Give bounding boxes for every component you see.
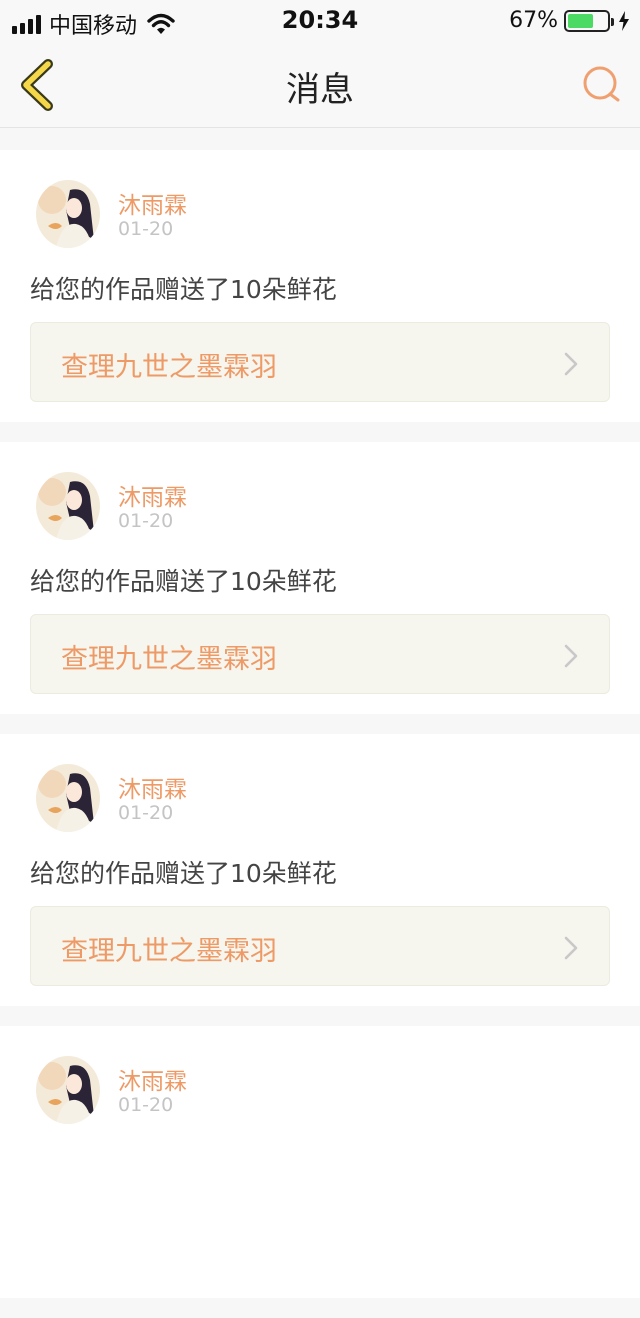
battery-icon <box>564 9 614 32</box>
message-date: 01-20 <box>118 802 174 824</box>
chevron-right-icon <box>564 936 578 960</box>
message-card: 沐雨霖 01-20 给您的作品赠送了10朵鲜花 查理九世之墨霖羽 <box>0 442 640 714</box>
message-text: 给您的作品赠送了10朵鲜花 <box>30 275 337 304</box>
message-card: 沐雨霖 01-20 <box>0 1026 640 1298</box>
status-right: 67% <box>509 8 630 33</box>
battery-percent: 67% <box>509 8 558 33</box>
sender-name: 沐雨霖 <box>118 777 187 803</box>
battery-nub <box>611 17 614 26</box>
message-card: 沐雨霖 01-20 给您的作品赠送了10朵鲜花 查理九世之墨霖羽 <box>0 150 640 422</box>
message-card: 沐雨霖 01-20 给您的作品赠送了10朵鲜花 查理九世之墨霖羽 <box>0 734 640 1006</box>
message-list: 沐雨霖 01-20 给您的作品赠送了10朵鲜花 查理九世之墨霖羽 沐雨霖 01-… <box>0 150 640 1318</box>
avatar[interactable] <box>36 1056 100 1124</box>
work-title: 查理九世之墨霖羽 <box>61 352 277 383</box>
sender-name: 沐雨霖 <box>118 1069 187 1095</box>
navigation-bar: 消息 <box>0 40 640 128</box>
chevron-right-icon <box>564 352 578 376</box>
message-date: 01-20 <box>118 218 174 240</box>
charging-bolt-icon <box>619 10 629 31</box>
message-date: 01-20 <box>118 1094 174 1116</box>
avatar[interactable] <box>36 764 100 832</box>
work-link[interactable]: 查理九世之墨霖羽 <box>30 906 610 986</box>
page-title: 消息 <box>286 70 354 110</box>
sender-name: 沐雨霖 <box>118 485 187 511</box>
chevron-right-icon <box>564 644 578 668</box>
avatar[interactable] <box>36 180 100 248</box>
avatar[interactable] <box>36 472 100 540</box>
back-button[interactable] <box>14 58 64 112</box>
battery-level-fill <box>568 13 594 28</box>
work-link[interactable]: 查理九世之墨霖羽 <box>30 322 610 402</box>
work-title: 查理九世之墨霖羽 <box>61 644 277 675</box>
status-bar: 中国移动 20:34 67% <box>0 0 640 40</box>
message-text: 给您的作品赠送了10朵鲜花 <box>30 567 337 596</box>
message-date: 01-20 <box>118 510 174 532</box>
work-title: 查理九世之墨霖羽 <box>61 936 277 967</box>
sender-name: 沐雨霖 <box>118 193 187 219</box>
search-icon[interactable] <box>580 62 624 106</box>
message-text: 给您的作品赠送了10朵鲜花 <box>30 859 337 888</box>
work-link[interactable]: 查理九世之墨霖羽 <box>30 614 610 694</box>
